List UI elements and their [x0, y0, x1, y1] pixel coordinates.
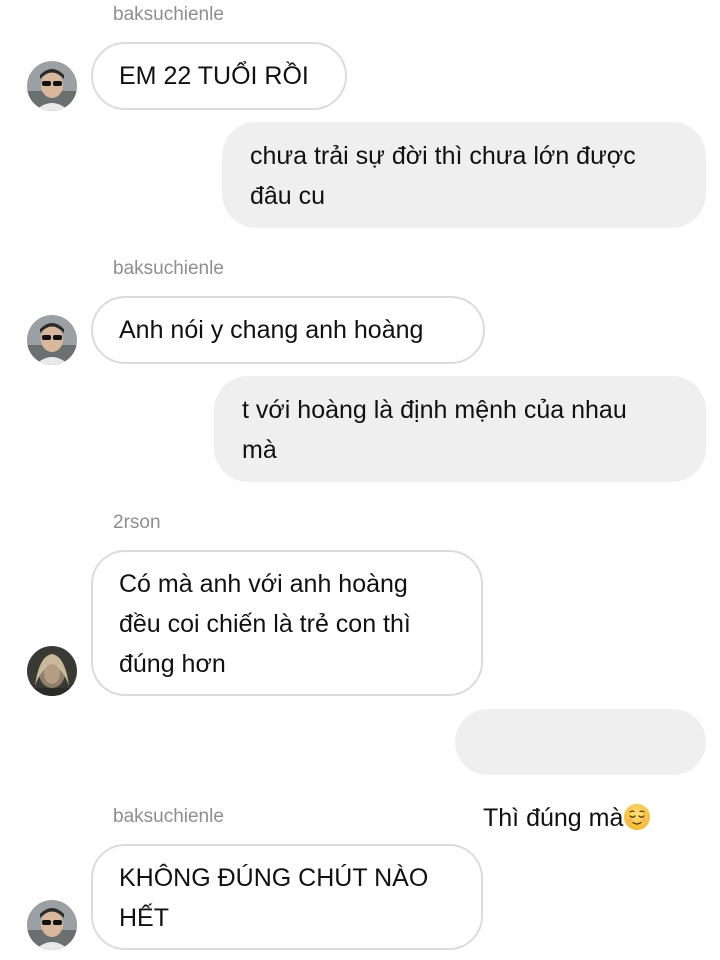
incoming-message-bubble[interactable]: Anh nói y chang anh hoàng	[91, 296, 485, 364]
sender-avatar[interactable]	[27, 900, 77, 950]
sender-avatar[interactable]	[27, 646, 77, 696]
outgoing-message-bubble[interactable]: Thì đúng mà	[455, 709, 706, 832]
sender-avatar[interactable]	[27, 315, 77, 365]
outgoing-message-bubble[interactable]: chưa trải sự đời thì chưa lớn được đâu c…	[222, 122, 706, 228]
sender-avatar[interactable]	[27, 61, 77, 111]
outgoing-message-bubble[interactable]: t với hoàng là định mệnh của nhau mà	[214, 376, 706, 482]
message-text: Thì đúng mà	[483, 804, 624, 832]
sender-username[interactable]: baksuchienle	[113, 258, 224, 280]
incoming-message-bubble[interactable]: KHÔNG ĐÚNG CHÚT NÀO HẾT	[91, 844, 483, 950]
sender-username[interactable]: baksuchienle	[113, 806, 224, 828]
sender-username[interactable]: 2rson	[113, 512, 161, 534]
incoming-message-bubble[interactable]: Có mà anh với anh hoàng đều coi chiến là…	[91, 550, 483, 696]
incoming-message-bubble[interactable]: EM 22 TUỔI RỒI	[91, 42, 347, 110]
sender-username[interactable]: baksuchienle	[113, 4, 224, 26]
relieved-face-emoji-icon	[623, 763, 651, 830]
avatar-photo-icon	[27, 900, 77, 950]
avatar-photo-icon	[27, 61, 77, 111]
avatar-photo-icon	[27, 646, 77, 696]
avatar-photo-icon	[27, 315, 77, 365]
